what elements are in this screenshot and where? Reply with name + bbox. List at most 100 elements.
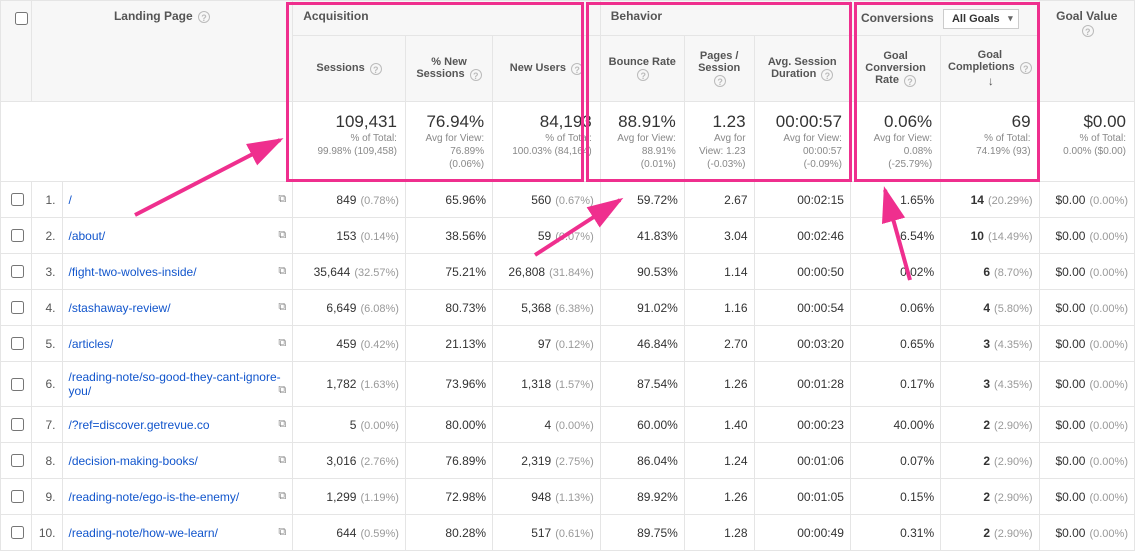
- landing-page-link[interactable]: /reading-note/ego-is-the-enemy/: [69, 490, 240, 504]
- cell-conv: 0.65%: [850, 326, 940, 362]
- col-sessions[interactable]: Sessions ?: [293, 36, 406, 102]
- summary-bounce: 88.91%Avg for View:88.91%(0.01%): [600, 102, 684, 182]
- row-checkbox-cell[interactable]: [1, 326, 32, 362]
- cell-conv: 6.54%: [850, 218, 940, 254]
- row-checkbox[interactable]: [11, 526, 24, 539]
- external-link-icon[interactable]: ⧉: [278, 301, 286, 314]
- cell-conv: 0.06%: [850, 290, 940, 326]
- cell-gval: $0.00(0.00%): [1039, 515, 1134, 551]
- cell-sessions: 849(0.78%): [293, 182, 406, 218]
- cell-bounce: 91.02%: [600, 290, 684, 326]
- row-checkbox-cell[interactable]: [1, 515, 32, 551]
- summary-pps: 1.23Avg forView: 1.23(-0.03%): [684, 102, 754, 182]
- row-checkbox-cell[interactable]: [1, 407, 32, 443]
- cell-new-users: 26,808(31.84%): [493, 254, 601, 290]
- col-goal-completions[interactable]: Goal Completions ?↓: [941, 36, 1039, 102]
- help-icon[interactable]: ?: [370, 63, 382, 75]
- landing-page-link[interactable]: /stashaway-review/: [69, 301, 171, 315]
- external-link-icon[interactable]: ⧉: [278, 454, 286, 467]
- cell-dur: 00:02:15: [754, 182, 850, 218]
- help-icon[interactable]: ?: [1082, 25, 1094, 37]
- row-checkbox-cell[interactable]: [1, 218, 32, 254]
- row-checkbox[interactable]: [11, 301, 24, 314]
- help-icon[interactable]: ?: [904, 75, 916, 87]
- col-goal-conv-rate[interactable]: Goal Conversion Rate ?: [850, 36, 940, 102]
- cell-sessions: 644(0.59%): [293, 515, 406, 551]
- row-checkbox[interactable]: [11, 378, 24, 391]
- cell-conv: 0.02%: [850, 254, 940, 290]
- col-bounce-rate[interactable]: Bounce Rate?: [600, 36, 684, 102]
- row-index: 1.: [31, 182, 62, 218]
- col-new-users[interactable]: New Users ?: [493, 36, 601, 102]
- cell-gval: $0.00(0.00%): [1039, 254, 1134, 290]
- external-link-icon[interactable]: ⧉: [278, 526, 286, 539]
- landing-page-link[interactable]: /reading-note/so-good-they-cant-ignore-y…: [69, 370, 281, 398]
- row-checkbox-cell[interactable]: [1, 479, 32, 515]
- cell-pct-new: 21.13%: [405, 326, 492, 362]
- select-all-header[interactable]: [1, 1, 32, 102]
- cell-conv: 0.07%: [850, 443, 940, 479]
- row-index: 3.: [31, 254, 62, 290]
- cell-dur: 00:00:50: [754, 254, 850, 290]
- table-row: 6./reading-note/so-good-they-cant-ignore…: [1, 362, 1135, 407]
- landing-page-cell: /?ref=discover.getrevue.co ⧉: [62, 407, 293, 443]
- col-pages-per-session[interactable]: Pages / Session?: [684, 36, 754, 102]
- cell-dur: 00:01:28: [754, 362, 850, 407]
- help-icon[interactable]: ?: [1020, 62, 1032, 74]
- help-icon[interactable]: ?: [198, 11, 210, 23]
- row-checkbox[interactable]: [11, 193, 24, 206]
- row-checkbox[interactable]: [11, 454, 24, 467]
- row-checkbox[interactable]: [11, 229, 24, 242]
- external-link-icon[interactable]: ⧉: [278, 418, 286, 431]
- external-link-icon[interactable]: ⧉: [278, 229, 286, 242]
- cell-gval: $0.00(0.00%): [1039, 218, 1134, 254]
- help-icon[interactable]: ?: [714, 75, 726, 87]
- landing-page-link[interactable]: /fight-two-wolves-inside/: [69, 265, 197, 279]
- group-acquisition: Acquisition: [293, 1, 601, 36]
- row-checkbox[interactable]: [11, 337, 24, 350]
- landing-page-link[interactable]: /reading-note/how-we-learn/: [69, 526, 218, 540]
- table-row: 3. /fight-two-wolves-inside/ ⧉ 35,644(32.57…: [1, 254, 1135, 290]
- help-icon[interactable]: ?: [637, 69, 649, 81]
- summary-dur: 00:00:57Avg for View:00:00:57(-0.09%): [754, 102, 850, 182]
- cell-pct-new: 80.00%: [405, 407, 492, 443]
- select-all-checkbox[interactable]: [15, 12, 28, 25]
- external-link-icon[interactable]: ⧉: [278, 193, 286, 206]
- landing-page-link[interactable]: /: [69, 193, 72, 207]
- cell-new-users: 1,318(1.57%): [493, 362, 601, 407]
- row-checkbox[interactable]: [11, 265, 24, 278]
- cell-dur: 00:01:06: [754, 443, 850, 479]
- external-link-icon[interactable]: ⧉: [278, 337, 286, 350]
- landing-page-link[interactable]: /articles/: [69, 337, 114, 351]
- cell-bounce: 41.83%: [600, 218, 684, 254]
- external-link-icon[interactable]: ⧉: [278, 490, 286, 503]
- row-checkbox[interactable]: [11, 490, 24, 503]
- col-avg-duration[interactable]: Avg. Session Duration ?: [754, 36, 850, 102]
- col-pct-new-sessions[interactable]: % New Sessions ?: [405, 36, 492, 102]
- table-row: 2./about/⧉153(0.14%)38.56%59(0.07%)41.83…: [1, 218, 1135, 254]
- external-link-icon[interactable]: ⧉: [278, 265, 286, 278]
- goal-selector[interactable]: All Goals: [943, 9, 1019, 29]
- row-checkbox-cell[interactable]: [1, 443, 32, 479]
- row-checkbox-cell[interactable]: [1, 254, 32, 290]
- row-checkbox-cell[interactable]: [1, 182, 32, 218]
- cell-sessions: 35,644(32.57%): [293, 254, 406, 290]
- landing-page-link[interactable]: /decision-making-books/: [69, 454, 198, 468]
- help-icon[interactable]: ?: [821, 69, 833, 81]
- help-icon[interactable]: ?: [470, 69, 482, 81]
- cell-pct-new: 65.96%: [405, 182, 492, 218]
- landing-page-link[interactable]: /about/: [69, 229, 106, 243]
- col-goal-value[interactable]: Goal Value?: [1039, 1, 1134, 102]
- row-checkbox-cell[interactable]: [1, 362, 32, 407]
- dimension-header[interactable]: Landing Page ?: [31, 1, 292, 102]
- table-row: 5./articles/⧉459(0.42%)21.13%97(0.12%)46…: [1, 326, 1135, 362]
- cell-pct-new: 76.89%: [405, 443, 492, 479]
- help-icon[interactable]: ?: [571, 63, 583, 75]
- row-checkbox[interactable]: [11, 418, 24, 431]
- external-link-icon[interactable]: ⧉: [278, 384, 286, 397]
- landing-page-cell: /fight-two-wolves-inside/ ⧉: [62, 254, 293, 290]
- row-checkbox-cell[interactable]: [1, 290, 32, 326]
- cell-new-users: 560(0.67%): [493, 182, 601, 218]
- landing-page-link[interactable]: /?ref=discover.getrevue.co: [69, 418, 210, 432]
- cell-pps: 1.26: [684, 362, 754, 407]
